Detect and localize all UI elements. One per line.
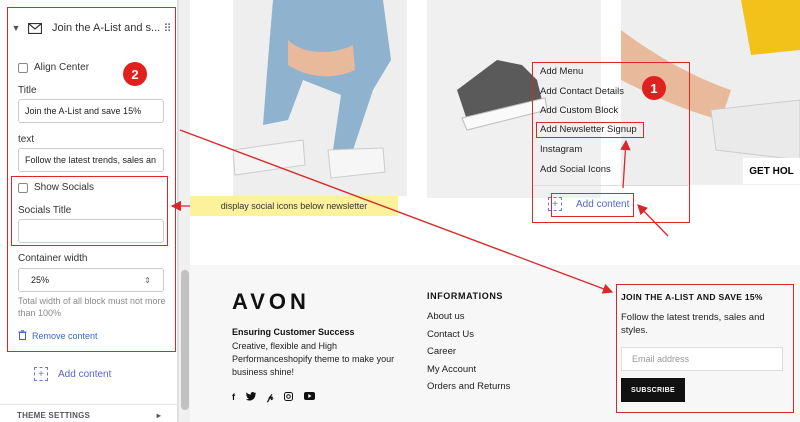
- facebook-icon[interactable]: f: [232, 392, 235, 403]
- footer-link-contact-us[interactable]: Contact Us: [427, 329, 474, 340]
- add-content-button-left[interactable]: + Add content: [34, 367, 111, 381]
- footer-link-career[interactable]: Career: [427, 346, 456, 357]
- pinterest-icon[interactable]: 𝓅: [267, 392, 273, 403]
- footer-brand-logo[interactable]: AVON: [232, 289, 310, 315]
- theme-settings-section[interactable]: THEME SETTINGS ▸: [0, 404, 178, 422]
- annotation-badge-1: 1: [642, 76, 666, 100]
- get-hold-label[interactable]: GET HOL: [743, 158, 800, 184]
- add-content-label-left: Add content: [58, 368, 112, 380]
- youtube-icon[interactable]: [304, 392, 316, 403]
- footer-social-icons: f 𝓅: [232, 392, 316, 403]
- twitter-icon[interactable]: [245, 392, 257, 403]
- footer-link-orders-returns[interactable]: Orders and Returns: [427, 381, 510, 392]
- footer-description: Creative, flexible and High Performances…: [232, 341, 395, 377]
- footer-tagline: Ensuring Customer Success: [232, 327, 355, 337]
- chevron-right-icon: ▸: [156, 411, 161, 420]
- footer-link-my-account[interactable]: My Account: [427, 364, 476, 375]
- theme-settings-label: THEME SETTINGS: [17, 411, 91, 420]
- annotation-box-socials: [11, 176, 168, 246]
- scrollbar-thumb[interactable]: [181, 270, 189, 410]
- annotation-badge-2: 2: [123, 62, 147, 86]
- informations-title: INFORMATIONS: [427, 291, 504, 301]
- add-icon: +: [34, 367, 48, 381]
- instagram-icon[interactable]: [284, 392, 294, 403]
- editor-scrollbar[interactable]: [178, 0, 190, 422]
- annotation-box-newsletter-item: [536, 122, 644, 138]
- annotation-tooltip: display social icons below newsletter: [190, 196, 398, 216]
- footer-link-about-us[interactable]: About us: [427, 311, 465, 322]
- annotation-box-add-content: [551, 193, 634, 217]
- annotation-box-newsletter-footer: [616, 284, 794, 413]
- product-image-jeans[interactable]: [233, 0, 407, 196]
- model-jeans-illustration: [233, 0, 407, 196]
